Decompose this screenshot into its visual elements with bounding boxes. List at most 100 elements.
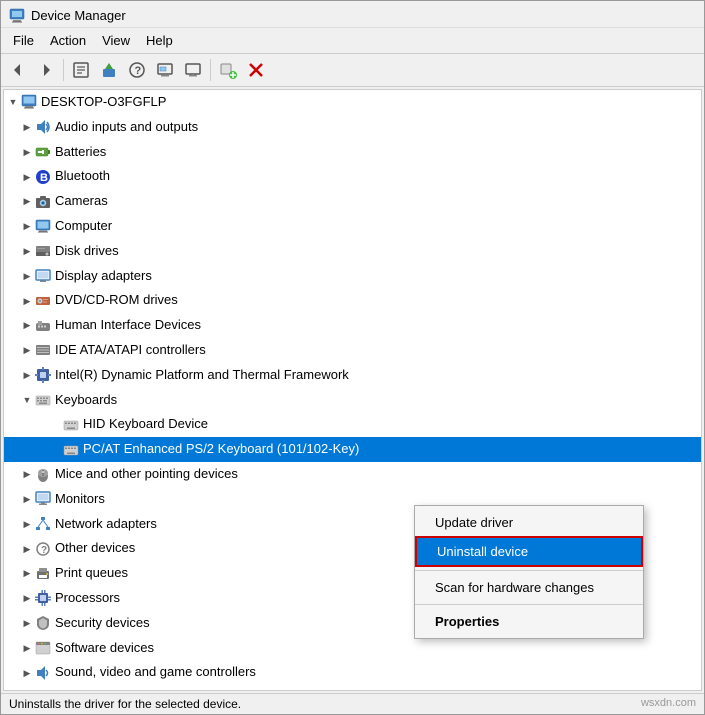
device-manager-window: Device Manager File Action View Help — [0, 0, 705, 715]
context-menu: Update driver Uninstall device Scan for … — [414, 505, 644, 639]
tree-bluetooth[interactable]: ▶ B Bluetooth — [4, 164, 701, 189]
sound-icon — [34, 664, 52, 682]
tree-audio[interactable]: ▶ Audio inputs and outputs — [4, 115, 701, 140]
title-bar-text: Device Manager — [31, 8, 126, 23]
toolbar-sep-2 — [210, 59, 211, 81]
forward-button[interactable] — [33, 57, 59, 83]
tree-intel[interactable]: ▶ Intel(R) Dynamic Platform and Thermal … — [4, 363, 701, 388]
tree-dvd[interactable]: ▶ DVD/CD-ROM drives — [4, 288, 701, 313]
status-text: Uninstalls the driver for the selected d… — [9, 697, 241, 711]
status-bar: Uninstalls the driver for the selected d… — [1, 693, 704, 714]
tree-storage[interactable]: ▶ Storage controllers — [4, 685, 701, 691]
bluetooth-label: Bluetooth — [55, 166, 110, 187]
tree-hid-keyboard[interactable]: ▶ HID Keyboard Device — [4, 412, 701, 437]
content-area: ▼ DESKTOP-O3FGFLP ▶ — [1, 87, 704, 693]
proc-label: Processors — [55, 588, 120, 609]
tree-hid[interactable]: ▶ Human Interface Devices — [4, 313, 701, 338]
cameras-arrow: ▶ — [20, 195, 34, 209]
menu-view[interactable]: View — [94, 30, 138, 51]
menu-file[interactable]: File — [5, 30, 42, 51]
root-icon — [20, 93, 38, 111]
storage-icon — [34, 689, 52, 691]
batteries-icon — [34, 143, 52, 161]
tree-batteries[interactable]: ▶ Batteries — [4, 140, 701, 165]
dvd-arrow: ▶ — [20, 294, 34, 308]
svg-text:?: ? — [135, 65, 142, 77]
title-bar: Device Manager — [1, 1, 704, 28]
keyboards-arrow: ▼ — [20, 393, 34, 407]
help-button[interactable]: ? — [124, 57, 150, 83]
security-arrow: ▶ — [20, 616, 34, 630]
other-arrow: ▶ — [20, 542, 34, 556]
hid-arrow: ▶ — [20, 319, 34, 333]
audio-icon — [34, 118, 52, 136]
ctx-uninstall-device[interactable]: Uninstall device — [415, 536, 643, 567]
batteries-arrow: ▶ — [20, 145, 34, 159]
svg-text:?: ? — [41, 545, 47, 556]
tree-display[interactable]: ▶ Display adapters — [4, 264, 701, 289]
add-button[interactable] — [215, 57, 241, 83]
title-bar-icon — [9, 7, 25, 23]
keyboards-label: Keyboards — [55, 390, 117, 411]
display-arrow: ▶ — [20, 269, 34, 283]
proc-icon — [34, 589, 52, 607]
software-label: Software devices — [55, 638, 154, 659]
properties-button[interactable] — [68, 57, 94, 83]
bluetooth-arrow: ▶ — [20, 170, 34, 184]
root-expand-arrow: ▼ — [6, 95, 20, 109]
intel-arrow: ▶ — [20, 368, 34, 382]
computer-label: Computer — [55, 216, 112, 237]
ctx-properties[interactable]: Properties — [415, 608, 643, 635]
tree-sound[interactable]: ▶ Sound, video and game controllers — [4, 660, 701, 685]
cameras-label: Cameras — [55, 191, 108, 212]
batteries-label: Batteries — [55, 142, 106, 163]
scan-button[interactable] — [152, 57, 178, 83]
computer-arrow: ▶ — [20, 219, 34, 233]
mice-label: Mice and other pointing devices — [55, 464, 238, 485]
toolbar: ? — [1, 53, 704, 87]
back-button[interactable] — [5, 57, 31, 83]
device-tree[interactable]: ▼ DESKTOP-O3FGFLP ▶ — [3, 89, 702, 691]
tree-computer[interactable]: ▶ Computer — [4, 214, 701, 239]
print-arrow: ▶ — [20, 567, 34, 581]
tree-software[interactable]: ▶ Software devices — [4, 636, 701, 661]
cameras-icon — [34, 193, 52, 211]
menu-help[interactable]: Help — [138, 30, 181, 51]
mice-arrow: ▶ — [20, 467, 34, 481]
tree-mice[interactable]: ▶ Mice and other pointing devices — [4, 462, 701, 487]
bluetooth-icon: B — [34, 168, 52, 186]
svg-text:B: B — [40, 172, 48, 184]
proc-arrow: ▶ — [20, 591, 34, 605]
tree-ide[interactable]: ▶ IDE ATA/ATAPI controllers — [4, 338, 701, 363]
remove-button[interactable] — [243, 57, 269, 83]
tree-root[interactable]: ▼ DESKTOP-O3FGFLP — [4, 90, 701, 115]
intel-icon — [34, 366, 52, 384]
network-label: Network adapters — [55, 514, 157, 535]
software-arrow: ▶ — [20, 641, 34, 655]
pcat-icon — [62, 441, 80, 459]
audio-label: Audio inputs and outputs — [55, 117, 198, 138]
print-icon — [34, 565, 52, 583]
menu-action[interactable]: Action — [42, 30, 94, 51]
computer-button[interactable] — [180, 57, 206, 83]
software-icon — [34, 639, 52, 657]
hid-keyboard-icon — [62, 416, 80, 434]
tree-keyboards[interactable]: ▼ Keyboards — [4, 388, 701, 413]
computer-icon — [34, 217, 52, 235]
tree-cameras[interactable]: ▶ Cameras — [4, 189, 701, 214]
storage-label: Storage controllers — [55, 687, 164, 691]
menu-bar: File Action View Help — [1, 28, 704, 53]
monitors-icon — [34, 490, 52, 508]
sound-arrow: ▶ — [20, 666, 34, 680]
update-driver-button[interactable] — [96, 57, 122, 83]
ctx-sep-1 — [415, 570, 643, 571]
display-icon — [34, 267, 52, 285]
ctx-scan[interactable]: Scan for hardware changes — [415, 574, 643, 601]
tree-pcat-keyboard[interactable]: ▶ PC/AT Enhanced PS/2 Keyboard (101/102-… — [4, 437, 701, 462]
ctx-update-driver[interactable]: Update driver — [415, 509, 643, 536]
display-label: Display adapters — [55, 266, 152, 287]
toolbar-sep-1 — [63, 59, 64, 81]
root-label: DESKTOP-O3FGFLP — [41, 92, 166, 113]
keyboards-icon — [34, 391, 52, 409]
tree-disk[interactable]: ▶ Disk drives — [4, 239, 701, 264]
